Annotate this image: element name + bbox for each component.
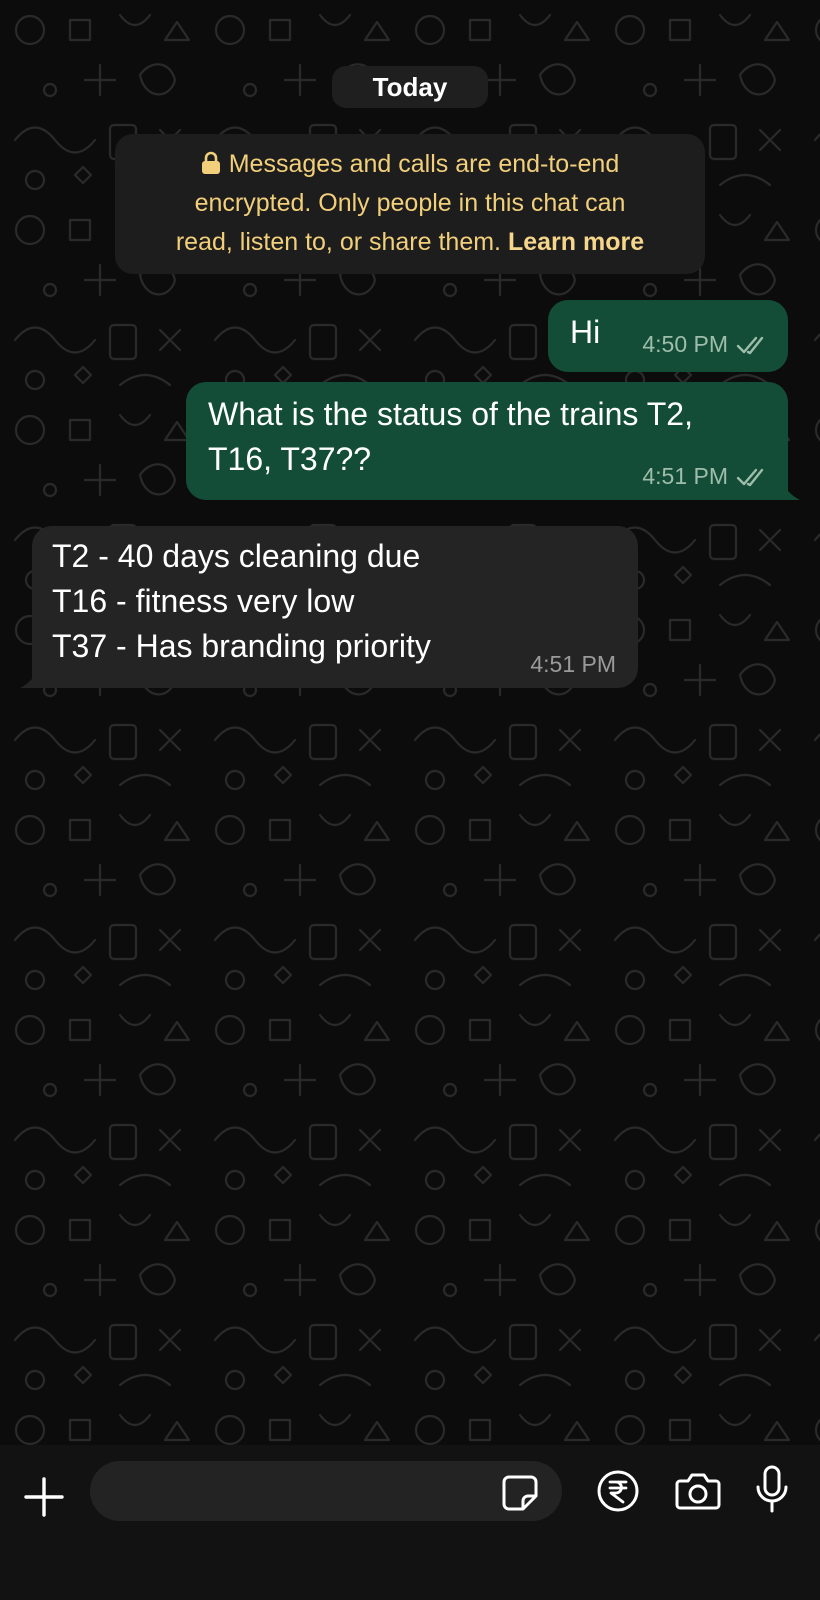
encryption-notice[interactable]: Messages and calls are end-to-end encryp… (115, 134, 705, 274)
date-divider: Today (332, 66, 488, 108)
encryption-text-line3: read, listen to, or share them. (175, 228, 502, 256)
learn-more-link[interactable]: Learn more (508, 228, 644, 256)
message-input[interactable] (90, 1461, 562, 1521)
outgoing-message[interactable]: Hi 4:50 PM (548, 300, 788, 372)
microphone-icon[interactable] (754, 1465, 790, 1515)
message-meta: 4:50 PM (642, 331, 770, 358)
message-time: 4:51 PM (530, 651, 616, 677)
rupee-payment-icon[interactable] (596, 1469, 640, 1513)
lock-icon (201, 151, 220, 174)
message-meta: 4:51 PM (642, 463, 770, 490)
encryption-text-line2: encrypted. Only people in this chat can (194, 189, 626, 217)
camera-icon[interactable] (674, 1469, 722, 1513)
sticker-icon (502, 1475, 538, 1511)
encryption-text-line1: Messages and calls are end-to-end (228, 150, 620, 178)
message-text: T2 - 40 days cleaning due T16 - fitness … (52, 538, 431, 664)
sticker-button[interactable] (500, 1473, 540, 1513)
plus-icon (24, 1477, 64, 1517)
attach-button[interactable] (20, 1473, 68, 1521)
composer-bar (0, 1445, 820, 1600)
double-check-icon (736, 336, 764, 354)
outgoing-message[interactable]: What is the status of the trains T2, T16… (186, 382, 788, 500)
chat-screen: Today Messages and calls are end-to-end … (0, 0, 820, 1600)
message-time: 4:50 PM (642, 331, 728, 357)
bubble-tail (782, 482, 800, 500)
encryption-notice-line3: read, listen to, or share them. Learn mo… (115, 223, 705, 262)
encryption-notice-line1: Messages and calls are end-to-end (115, 145, 705, 184)
date-label: Today (372, 71, 448, 102)
message-meta: 4:51 PM (530, 651, 616, 678)
double-check-icon (736, 468, 764, 486)
bubble-tail (20, 670, 38, 688)
message-time: 4:51 PM (642, 463, 728, 489)
incoming-message[interactable]: T2 - 40 days cleaning due T16 - fitness … (32, 526, 638, 688)
